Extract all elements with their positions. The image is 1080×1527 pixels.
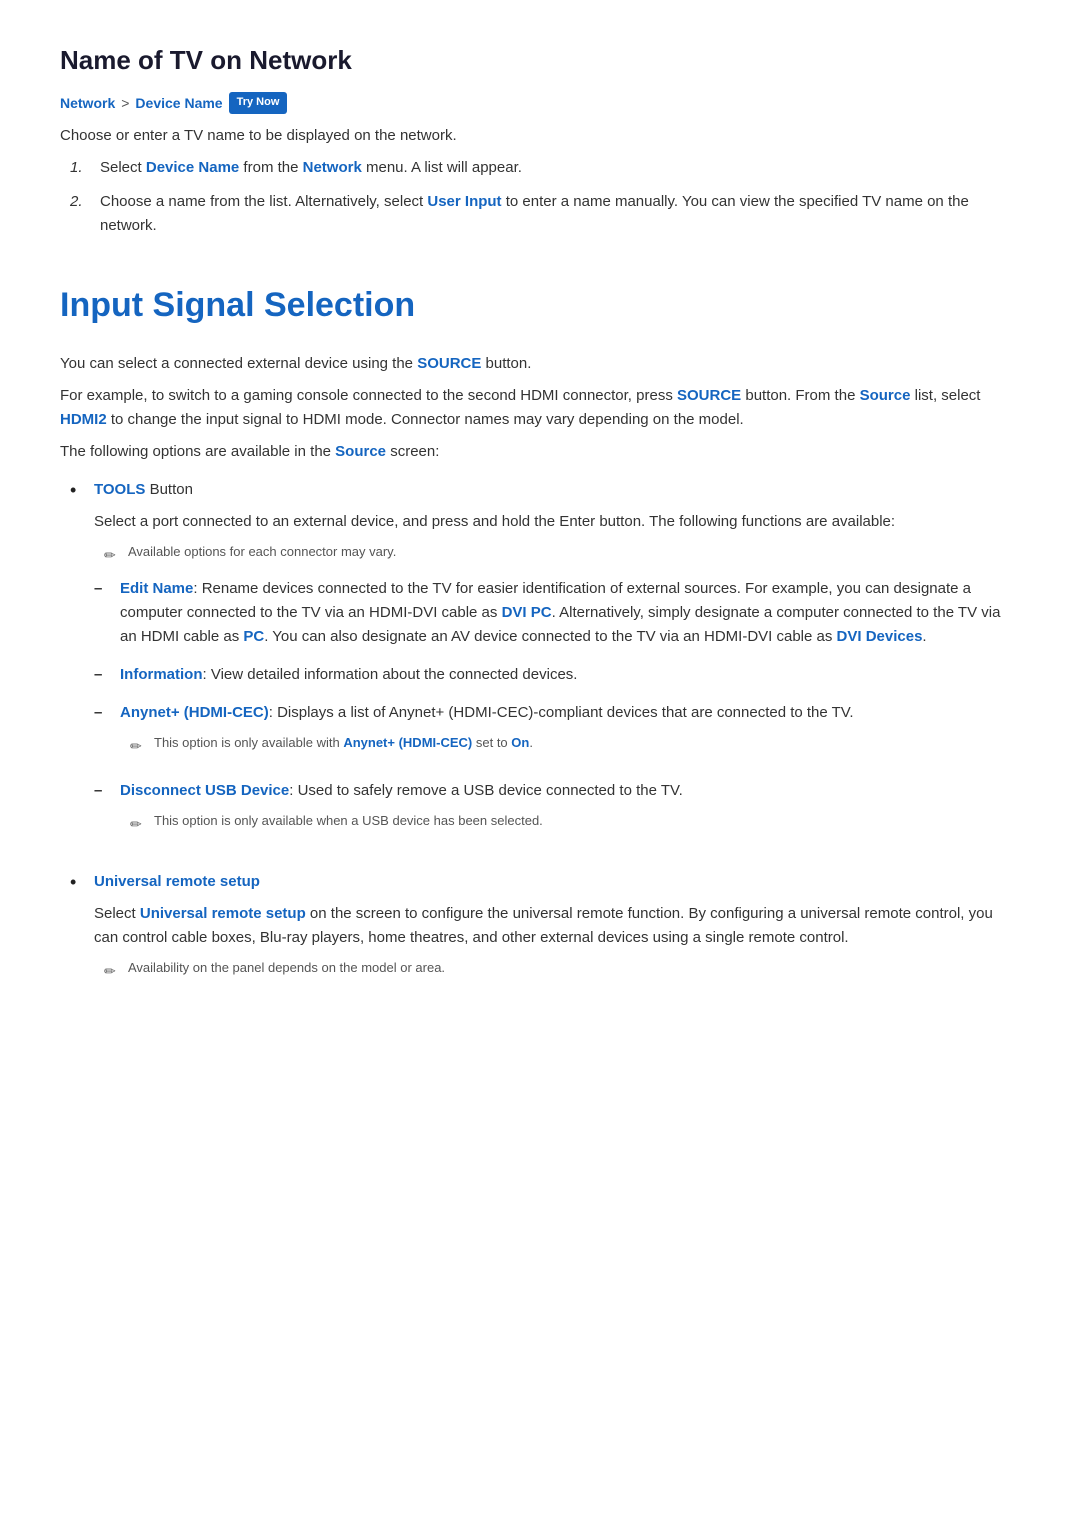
section1-steps: 1. Select Device Name from the Network m… <box>60 156 1020 238</box>
section2-intro2: For example, to switch to a gaming conso… <box>60 384 1020 432</box>
breadcrumb: Network > Device Name Try Now <box>60 92 1020 114</box>
section1-title: Name of TV on Network <box>60 40 1020 82</box>
bullet-tools: • TOOLS Button Select a port connected t… <box>70 478 1020 857</box>
section2-intro3: The following options are available in t… <box>60 440 1020 464</box>
breadcrumb-device-name[interactable]: Device Name <box>135 92 222 114</box>
usb-note: ✏ This option is only available when a U… <box>120 811 1020 835</box>
sub-disconnect-usb: – Disconnect USB Device: Used to safely … <box>94 779 1020 843</box>
pencil-icon-2: ✏ <box>130 735 146 757</box>
section2-intro1: You can select a connected external devi… <box>60 352 1020 376</box>
sub-anynet: – Anynet+ (HDMI-CEC): Displays a list of… <box>94 701 1020 765</box>
section1-intro: Choose or enter a TV name to be displaye… <box>60 124 1020 148</box>
bullet-dot-1: • <box>70 478 84 857</box>
tools-content: TOOLS Button Select a port connected to … <box>94 478 1020 857</box>
step-2: 2. Choose a name from the list. Alternat… <box>70 190 1020 238</box>
pencil-icon-4: ✏ <box>104 960 120 982</box>
step1-text: Select Device Name from the Network menu… <box>100 156 522 180</box>
universal-remote-description: Select Universal remote setup on the scr… <box>94 902 1020 950</box>
tools-sub-items: – Edit Name: Rename devices connected to… <box>94 577 1020 844</box>
section-name-of-tv: Name of TV on Network Network > Device N… <box>60 40 1020 238</box>
sub-information: – Information: View detailed information… <box>94 663 1020 687</box>
breadcrumb-separator: > <box>121 92 129 114</box>
step-1: 1. Select Device Name from the Network m… <box>70 156 1020 180</box>
section2-bullets: • TOOLS Button Select a port connected t… <box>60 478 1020 990</box>
bullet-dot-2: • <box>70 870 84 990</box>
section-input-signal: Input Signal Selection You can select a … <box>60 278 1020 990</box>
sub-edit-name: – Edit Name: Rename devices connected to… <box>94 577 1020 649</box>
pencil-icon-1: ✏ <box>104 544 120 566</box>
pencil-icon-3: ✏ <box>130 813 146 835</box>
try-now-badge[interactable]: Try Now <box>229 92 288 114</box>
step1-num: 1. <box>70 156 90 180</box>
section2-title: Input Signal Selection <box>60 278 1020 332</box>
universal-remote-content: Universal remote setup Select Universal … <box>94 870 1020 990</box>
universal-remote-note: ✏ Availability on the panel depends on t… <box>94 958 1020 982</box>
step2-num: 2. <box>70 190 90 238</box>
breadcrumb-network[interactable]: Network <box>60 92 115 114</box>
bullet-universal-remote: • Universal remote setup Select Universa… <box>70 870 1020 990</box>
step2-text: Choose a name from the list. Alternative… <box>100 190 1020 238</box>
tools-note: ✏ Available options for each connector m… <box>94 542 1020 566</box>
tools-description: Select a port connected to an external d… <box>94 510 1020 534</box>
anynet-note: ✏ This option is only available with Any… <box>120 733 1020 757</box>
